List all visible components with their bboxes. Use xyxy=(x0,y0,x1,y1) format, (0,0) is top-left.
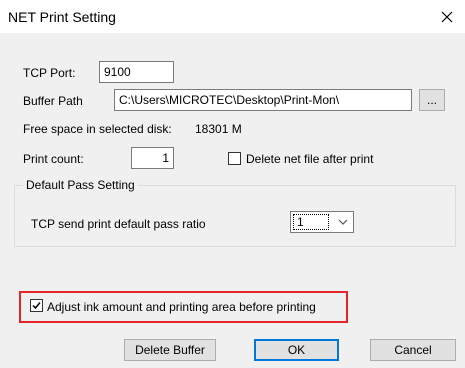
buffer-path-label: Buffer Path xyxy=(23,94,83,108)
free-space-value: 18301 M xyxy=(195,122,242,136)
default-pass-group-label: Default Pass Setting xyxy=(23,178,138,192)
print-count-input[interactable]: 1 xyxy=(131,147,174,169)
delete-net-file-label: Delete net file after print xyxy=(246,152,374,166)
buffer-path-input[interactable]: C:\Users\MICROTEC\Desktop\Print-Mon\ xyxy=(114,89,412,111)
ok-button[interactable]: OK xyxy=(254,339,339,361)
free-space-label: Free space in selected disk: xyxy=(23,122,172,136)
checkmark-icon xyxy=(32,302,41,310)
adjust-ink-checkbox[interactable] xyxy=(30,299,43,312)
dialog-title: NET Print Setting xyxy=(8,9,116,25)
tcp-port-input[interactable]: 9100 xyxy=(99,61,174,83)
cancel-button[interactable]: Cancel xyxy=(370,339,456,361)
pass-ratio-select[interactable]: 1 xyxy=(290,211,354,233)
print-count-label: Print count: xyxy=(23,152,84,166)
pass-ratio-label: TCP send print default pass ratio xyxy=(31,217,206,231)
title-bar: NET Print Setting xyxy=(0,0,465,33)
default-pass-group xyxy=(14,185,456,247)
tcp-port-label: TCP Port: xyxy=(23,66,76,80)
delete-buffer-button[interactable]: Delete Buffer xyxy=(124,339,216,361)
close-icon xyxy=(441,11,453,23)
net-print-setting-dialog: NET Print Setting TCP Port: 9100 Buffer … xyxy=(0,0,465,368)
adjust-ink-label: Adjust ink amount and printing area befo… xyxy=(47,300,316,314)
pass-ratio-value: 1 xyxy=(293,214,329,230)
delete-net-file-checkbox[interactable] xyxy=(228,152,241,165)
chevron-down-icon xyxy=(338,219,348,225)
close-button[interactable] xyxy=(432,3,462,30)
browse-button[interactable]: ... xyxy=(419,89,445,111)
